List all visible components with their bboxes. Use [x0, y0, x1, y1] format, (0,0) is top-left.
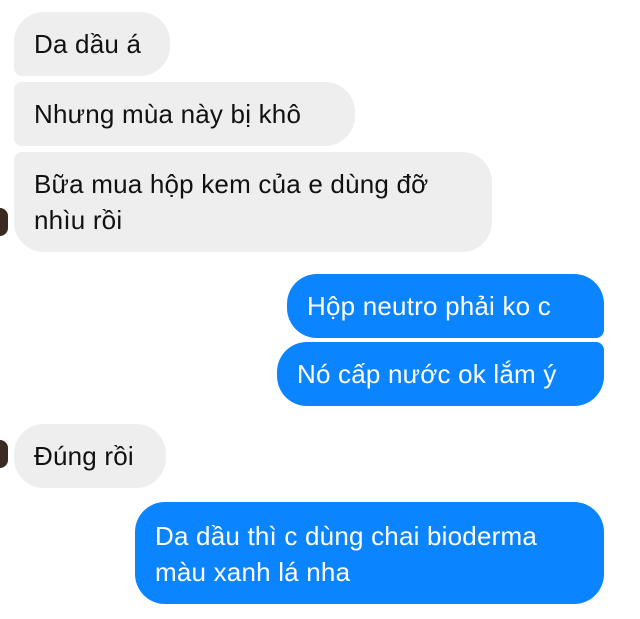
incoming-message-bubble[interactable]: Bữa mua hộp kem của e dùng đỡ nhìu rồi	[14, 152, 492, 252]
avatar	[0, 440, 8, 468]
incoming-message-bubble[interactable]: Da dầu á	[14, 12, 170, 76]
incoming-message-bubble[interactable]: Nhưng mùa này bị khô	[14, 82, 355, 146]
incoming-message-bubble[interactable]: Đúng rồi	[14, 424, 166, 488]
avatar	[0, 208, 8, 236]
outgoing-message-bubble[interactable]: Nó cấp nước ok lắm ý	[277, 342, 604, 406]
outgoing-message-bubble[interactable]: Hộp neutro phải ko c	[287, 274, 604, 338]
outgoing-message-bubble[interactable]: Da dầu thì c dùng chai bioderma màu xanh…	[135, 502, 604, 604]
